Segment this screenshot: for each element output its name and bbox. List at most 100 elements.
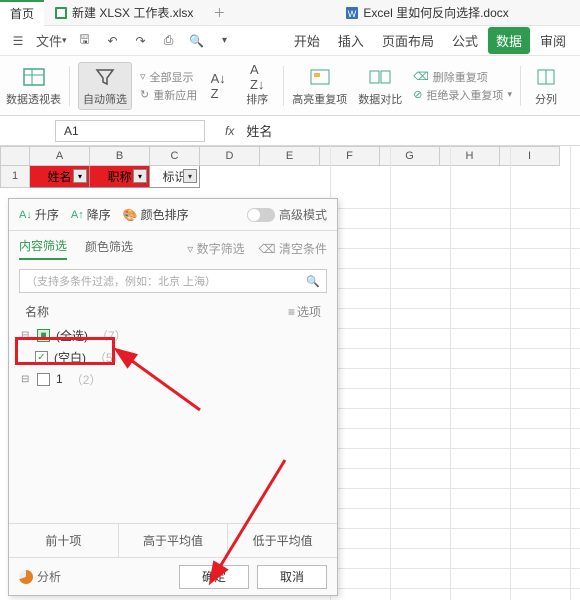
checkbox-icon[interactable]: ■	[37, 329, 50, 342]
sort-desc-icon: A↑	[71, 209, 84, 221]
filter-item-all[interactable]: ⊟ ■ (全选)（7）	[21, 324, 325, 346]
ok-button[interactable]: 确定	[179, 565, 249, 589]
checkbox-icon[interactable]	[37, 373, 50, 386]
tab-file-2[interactable]: W Excel 里如何反向选择.docx	[335, 0, 518, 26]
cell-B1[interactable]: 职称▾	[90, 166, 150, 188]
filter-item-list: ⊟ ■ (全选)（7） (空白)（5） ⊟ 1（2）	[9, 324, 337, 390]
analysis-button[interactable]: 分析	[19, 568, 61, 585]
name-box[interactable]: A1	[55, 120, 205, 142]
top10-button[interactable]: 前十项	[9, 524, 119, 557]
col-header[interactable]: C	[150, 146, 200, 166]
filter-item-blank[interactable]: (空白)（5）	[21, 346, 325, 368]
hamburger-icon[interactable]: ☰	[6, 29, 30, 53]
toggle-icon	[247, 208, 275, 222]
window-tabs: 首页 新建 XLSX 工作表.xlsx ＋ W Excel 里如何反向选择.do…	[0, 0, 580, 26]
col-header[interactable]: F	[320, 146, 380, 166]
tab-review[interactable]: 审阅	[532, 27, 574, 54]
undo-icon[interactable]: ↶	[101, 29, 125, 53]
tab-file-1[interactable]: 新建 XLSX 工作表.xlsx	[44, 0, 203, 26]
funnel-icon: ▿	[187, 242, 193, 256]
reject-icon: ⊘	[413, 88, 422, 101]
tab-layout[interactable]: 页面布局	[374, 27, 442, 54]
reapply-button[interactable]: ↻重新应用	[140, 87, 197, 103]
collapse-icon[interactable]: ⊟	[21, 330, 31, 341]
number-filter-button[interactable]: ▿ 数字筛选	[187, 240, 244, 257]
menubar: ☰ 文件 ▾ 🖫 ↶ ↷ ⎙ 🔍 ▾ 开始 插入 页面布局 公式 数据 审阅	[0, 26, 580, 56]
cancel-button[interactable]: 取消	[257, 565, 327, 589]
highlight-icon	[308, 65, 332, 89]
search-icon: 🔍	[306, 275, 320, 288]
col-header[interactable]: I	[500, 146, 560, 166]
tab-home[interactable]: 首页	[0, 0, 44, 26]
preview-icon[interactable]: 🔍	[185, 29, 209, 53]
autofilter-button[interactable]: 自动筛选	[78, 62, 132, 110]
tab-color-filter[interactable]: 颜色筛选	[85, 238, 133, 259]
filter-dropdown-icon[interactable]: ▾	[183, 169, 197, 183]
sort-asc-icon: A↓Z	[206, 74, 230, 98]
funnel-small-icon: ▿	[140, 70, 146, 83]
highlight-dup-button[interactable]: 高亮重复项	[292, 65, 347, 107]
row-header[interactable]: 1	[0, 166, 30, 188]
sort-button[interactable]: AZ↓ 排序	[239, 65, 275, 107]
pie-icon	[19, 570, 33, 584]
pivot-button[interactable]: 数据透视表	[6, 65, 61, 107]
below-avg-button[interactable]: 低于平均值	[228, 524, 337, 557]
ribbon: 数据透视表 自动筛选 ▿全部显示 ↻重新应用 A↓Z AZ↓ 排序 高亮重复项 …	[0, 56, 580, 116]
tab-insert[interactable]: 插入	[330, 27, 372, 54]
sort-desc-button[interactable]: A↑降序	[71, 206, 111, 223]
reject-dup-button[interactable]: ⊘拒绝录入重复项 ▾	[413, 87, 512, 103]
col-header[interactable]: D	[200, 146, 260, 166]
col-header[interactable]: B	[90, 146, 150, 166]
filter-stack: ▿全部显示 ↻重新应用	[140, 69, 197, 103]
spreadsheet-icon	[54, 6, 68, 20]
funnel-icon	[93, 65, 117, 89]
col-header[interactable]: A	[30, 146, 90, 166]
color-sort-button[interactable]: 🎨颜色排序	[123, 206, 189, 223]
split-button[interactable]: 分列	[529, 65, 563, 107]
list-options-button[interactable]: ≡选项	[288, 303, 321, 320]
clear-filter-button[interactable]: ⌫ 清空条件	[259, 240, 327, 257]
tab-start[interactable]: 开始	[286, 27, 328, 54]
advanced-mode-toggle[interactable]: 高级模式	[247, 206, 327, 223]
collapse-icon[interactable]: ⊟	[21, 374, 31, 385]
col-header[interactable]: H	[440, 146, 500, 166]
cell-A1[interactable]: 姓名▾	[30, 166, 90, 188]
show-all-button[interactable]: ▿全部显示	[140, 69, 197, 85]
filter-panel: A↓升序 A↑降序 🎨颜色排序 高级模式 内容筛选 颜色筛选 ▿ 数字筛选 ⌫ …	[8, 198, 338, 596]
ribbon-tabs: 开始 插入 页面布局 公式 数据 审阅	[286, 27, 574, 54]
redo-icon[interactable]: ↷	[129, 29, 153, 53]
filter-search-input[interactable]: （支持多条件过滤，例如：北京 上海） 🔍	[19, 269, 327, 293]
tab-add[interactable]: ＋	[203, 0, 235, 26]
svg-text:W: W	[348, 9, 357, 19]
col-header[interactable]: G	[380, 146, 440, 166]
filter-dropdown-icon[interactable]: ▾	[73, 169, 87, 183]
formula-value[interactable]: 姓名	[246, 121, 272, 140]
tab-content-filter[interactable]: 内容筛选	[19, 237, 67, 260]
filter-item-1[interactable]: ⊟ 1（2）	[21, 368, 325, 390]
tab-formula[interactable]: 公式	[444, 27, 486, 54]
list-header-name: 名称	[25, 303, 49, 320]
fx-icon[interactable]: fx	[225, 124, 234, 138]
cell-C1[interactable]: 标识▾	[150, 166, 200, 188]
chevron-down-icon[interactable]: ▾	[213, 29, 237, 53]
compare-button[interactable]: 数据对比	[355, 65, 405, 107]
tab-data[interactable]: 数据	[488, 27, 530, 54]
file-menu[interactable]: 文件 ▾	[34, 29, 69, 53]
save-icon[interactable]: 🖫	[73, 29, 97, 53]
sort-asc-button[interactable]: A↓Z	[205, 74, 231, 98]
dup-stack: ⌫删除重复项 ⊘拒绝录入重复项 ▾	[413, 69, 512, 103]
format-painter-icon[interactable]: ⎙	[157, 29, 181, 53]
delete-icon: ⌫	[413, 70, 429, 83]
col-header[interactable]: E	[260, 146, 320, 166]
checkbox-icon[interactable]	[35, 351, 48, 364]
document-icon: W	[345, 6, 359, 20]
pivot-icon	[22, 65, 46, 89]
delete-dup-button[interactable]: ⌫删除重复项	[413, 69, 512, 85]
formula-bar: A1 fx 姓名	[0, 116, 580, 146]
palette-icon: 🎨	[123, 208, 138, 222]
sort-asc-button[interactable]: A↓升序	[19, 206, 59, 223]
above-avg-button[interactable]: 高于平均值	[119, 524, 229, 557]
compare-icon	[368, 65, 392, 89]
filter-dropdown-icon[interactable]: ▾	[133, 169, 147, 183]
select-all-corner[interactable]	[0, 146, 30, 166]
